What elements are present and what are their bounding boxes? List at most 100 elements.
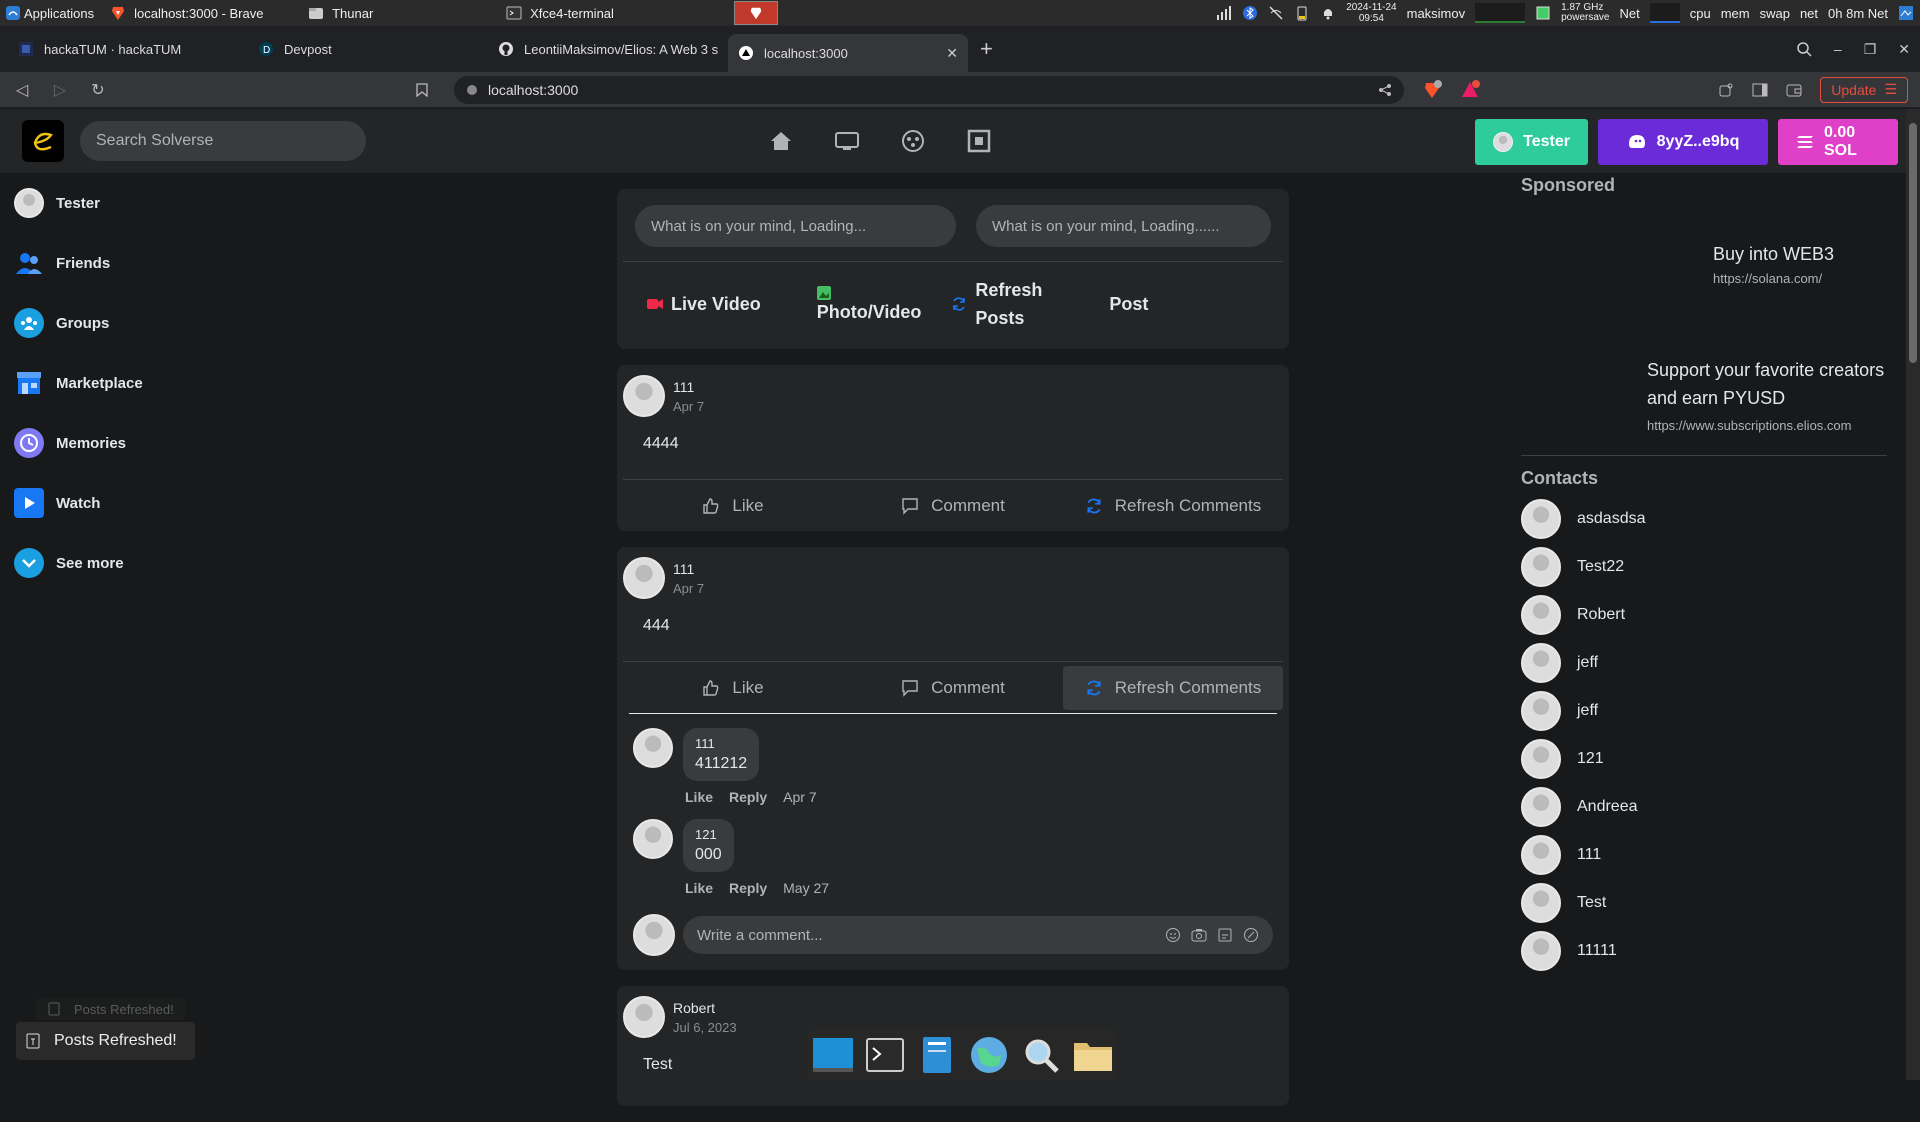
contact-item[interactable]: jeff — [1521, 639, 1887, 687]
ad-url[interactable]: https://solana.com/ — [1713, 271, 1887, 286]
comment-button[interactable]: Comment — [843, 484, 1063, 528]
file-manager-icon[interactable] — [916, 1034, 958, 1076]
close-window-icon[interactable]: ✕ — [1898, 41, 1910, 58]
balance-button[interactable]: 0.00 SOL — [1778, 119, 1898, 165]
minimize-icon[interactable]: – — [1834, 41, 1842, 57]
live-video-button[interactable]: Live Video — [647, 294, 761, 315]
scrollbar-thumb[interactable] — [1909, 123, 1917, 363]
contact-item[interactable]: 121 — [1521, 735, 1887, 783]
wallet-button[interactable]: 8yyZ..e9bq — [1598, 119, 1768, 165]
sidebar-item-marketplace[interactable]: Marketplace — [0, 353, 300, 413]
folder-icon[interactable] — [1072, 1034, 1114, 1076]
share-icon[interactable] — [1378, 83, 1392, 97]
gaming-icon[interactable] — [966, 128, 992, 154]
contact-item[interactable]: Robert — [1521, 591, 1887, 639]
post-author[interactable]: 111 — [673, 379, 704, 395]
update-button[interactable]: Update ☰ — [1820, 76, 1908, 103]
contact-item[interactable]: Test — [1521, 879, 1887, 927]
contact-item[interactable]: Test22 — [1521, 543, 1887, 591]
network-off-icon[interactable] — [1268, 5, 1284, 21]
profile-button[interactable]: Tester — [1475, 119, 1588, 165]
bookmark-icon[interactable] — [416, 82, 436, 97]
comment-reply-link[interactable]: Reply — [729, 880, 767, 896]
emoji-icon[interactable] — [1165, 927, 1181, 943]
watch-tv-icon[interactable] — [834, 128, 860, 154]
site-info-icon[interactable] — [466, 84, 478, 96]
comment-author[interactable]: 121 — [695, 827, 722, 842]
page-scrollbar[interactable] — [1906, 109, 1920, 1080]
sidebar-item-profile[interactable]: Tester — [0, 173, 300, 233]
post-author[interactable]: 111 — [673, 561, 704, 577]
groups-nav-icon[interactable] — [900, 128, 926, 154]
home-icon[interactable] — [768, 128, 794, 154]
close-tab-icon[interactable]: ✕ — [946, 45, 958, 62]
brave-rewards-icon[interactable] — [1460, 79, 1481, 100]
sidebar-toggle-icon[interactable] — [1752, 82, 1768, 98]
tab-github-elios[interactable]: LeontiiMaksimov/Elios: A Web 3 s — [488, 32, 728, 66]
comment-button[interactable]: Comment — [843, 666, 1063, 710]
sidebar-item-see-more[interactable]: See more — [0, 533, 300, 593]
comment-author[interactable]: 111 — [695, 736, 747, 751]
photo-video-button[interactable]: Photo/Video — [816, 285, 921, 323]
search-tabs-icon[interactable] — [1796, 41, 1812, 57]
elios-logo-icon[interactable] — [22, 120, 64, 162]
reload-icon[interactable]: ↻ — [88, 80, 108, 100]
comment-like-link[interactable]: Like — [685, 789, 713, 805]
sidebar-item-watch[interactable]: Watch — [0, 473, 300, 533]
contact-item[interactable]: asdasdsa — [1521, 495, 1887, 543]
contact-item[interactable]: 111 — [1521, 831, 1887, 879]
sidebar-item-groups[interactable]: Groups — [0, 293, 300, 353]
bell-icon[interactable] — [1320, 5, 1336, 21]
avatar[interactable] — [633, 728, 673, 768]
task-brave[interactable]: localhost:3000 - Brave — [100, 1, 298, 25]
brave-notification-button[interactable] — [734, 1, 779, 25]
search-input[interactable] — [80, 121, 366, 161]
new-tab-button[interactable]: + — [980, 36, 993, 62]
like-button[interactable]: Like — [623, 484, 843, 528]
terminal-icon[interactable] — [864, 1034, 906, 1076]
post-button[interactable]: Post — [1109, 294, 1148, 315]
avatar[interactable] — [633, 819, 673, 859]
toast-notification[interactable]: Posts Refreshed! — [16, 1022, 195, 1060]
tab-hackatum[interactable]: hackaTUM · hackaTUM — [8, 32, 248, 66]
avatar[interactable] — [623, 375, 665, 417]
composer-input-1[interactable] — [635, 205, 956, 247]
gif-icon[interactable] — [1217, 927, 1233, 943]
task-thunar[interactable]: Thunar — [298, 1, 496, 25]
comment-like-link[interactable]: Like — [685, 880, 713, 896]
refresh-comments-button[interactable]: Refresh Comments — [1063, 665, 1283, 710]
tab-localhost[interactable]: localhost:3000 ✕ — [728, 34, 968, 72]
sidebar-item-friends[interactable]: Friends — [0, 233, 300, 293]
camera-icon[interactable] — [1191, 927, 1207, 943]
contact-item[interactable]: jeff — [1521, 687, 1887, 735]
like-button[interactable]: Like — [623, 666, 843, 710]
battery-icon[interactable] — [1294, 5, 1310, 21]
refresh-comments-button[interactable]: Refresh Comments — [1063, 484, 1283, 528]
wallet-icon[interactable] — [1786, 82, 1802, 98]
refresh-posts-button[interactable]: Refresh Posts — [951, 276, 1071, 332]
tab-devpost[interactable]: D Devpost — [248, 32, 488, 66]
app-finder-icon[interactable] — [1020, 1034, 1062, 1076]
bluetooth-icon[interactable] — [1242, 5, 1258, 21]
sticker-icon[interactable] — [1243, 927, 1259, 943]
sidebar-item-memories[interactable]: Memories — [0, 413, 300, 473]
composer-input-2[interactable] — [975, 205, 1271, 247]
show-desktop-icon[interactable] — [812, 1034, 854, 1076]
url-field[interactable]: localhost:3000 — [454, 75, 1405, 104]
sponsored-ad[interactable]: Buy into WEB3 https://solana.com/ — [1713, 244, 1887, 286]
avatar[interactable] — [623, 557, 665, 599]
extensions-icon[interactable] — [1718, 82, 1734, 98]
forward-icon[interactable]: ▷ — [50, 80, 70, 100]
ad-url[interactable]: https://www.subscriptions.elios.com — [1647, 418, 1887, 433]
back-icon[interactable]: ◁ — [12, 80, 32, 100]
restore-icon[interactable]: ❐ — [1864, 41, 1877, 58]
comment-input[interactable] — [697, 926, 1165, 944]
web-browser-icon[interactable] — [968, 1034, 1010, 1076]
avatar[interactable] — [623, 996, 665, 1038]
applications-menu[interactable]: Applications — [0, 0, 100, 26]
contact-item[interactable]: Andreea — [1521, 783, 1887, 831]
screenshot-icon[interactable] — [1898, 5, 1914, 21]
task-terminal[interactable]: Xfce4-terminal — [496, 1, 694, 25]
contact-item[interactable]: 11111 — [1521, 927, 1887, 975]
post-author[interactable]: Robert — [673, 1000, 737, 1016]
